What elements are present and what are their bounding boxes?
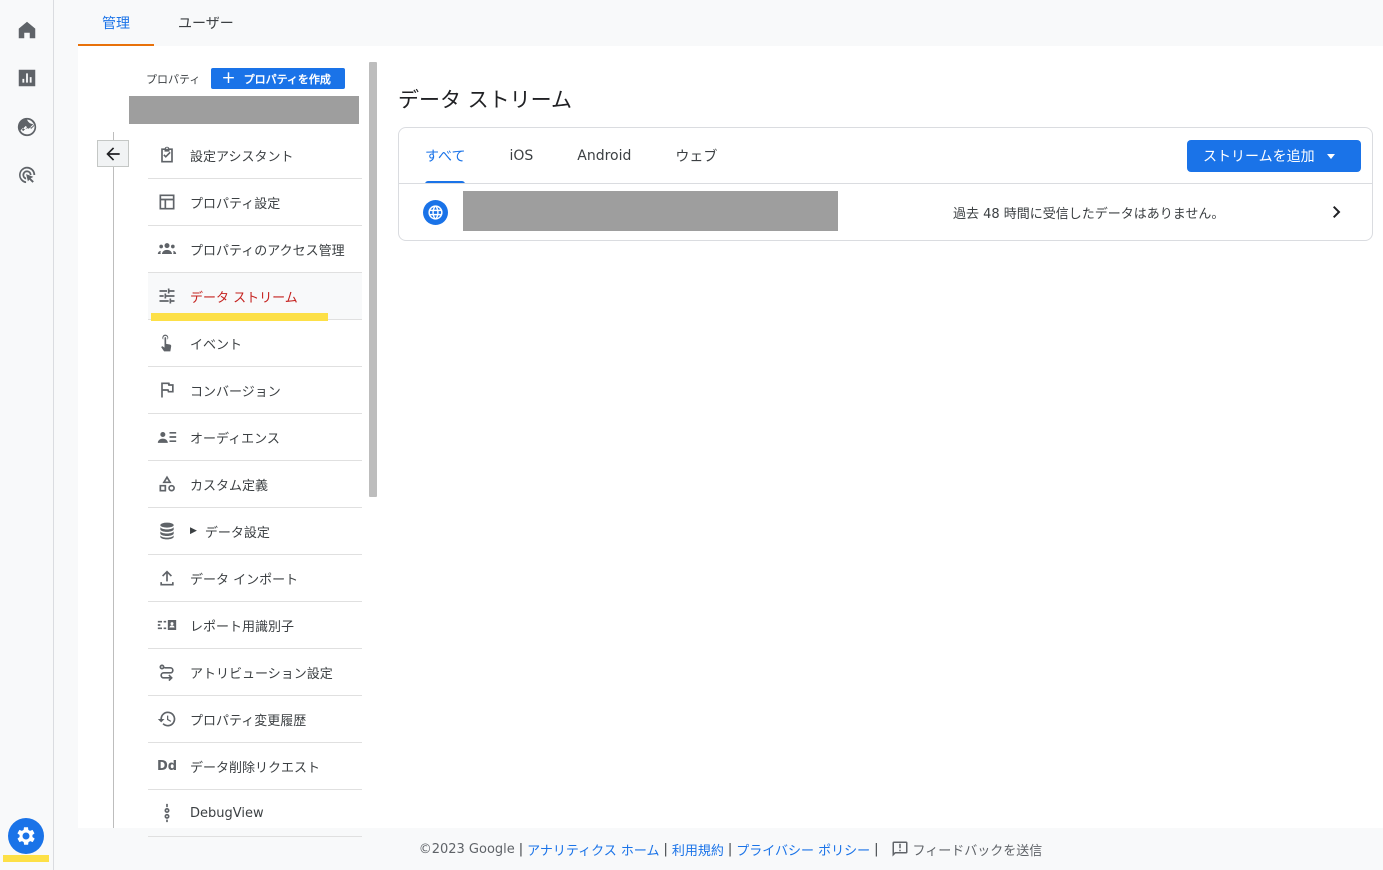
create-property-button[interactable]: + プロパティを作成 (211, 68, 345, 89)
arrow-back-icon (106, 146, 120, 161)
dropdown-arrow-icon (1326, 153, 1335, 159)
menu-label: プロパティのアクセス管理 (190, 243, 345, 259)
property-label: プロパティ (146, 72, 201, 86)
menu-label: データ ストリーム (190, 290, 298, 306)
menu-label: コンバージョン (190, 384, 281, 400)
property-menu: 設定アシスタント プロパティ設定 プロパティのアクセス管理 データ ストリーム … (148, 132, 362, 837)
people-icon (157, 239, 177, 259)
menu-item-events[interactable]: イベント (148, 320, 362, 367)
menu-label: イベント (190, 337, 243, 353)
analytics-home-link[interactable]: アナリティクス ホーム (527, 840, 659, 859)
flag-icon (157, 380, 177, 400)
menu-item-data-streams[interactable]: データ ストリーム (148, 273, 362, 321)
tab-ios[interactable]: iOS (487, 128, 555, 184)
menu-item-property-settings[interactable]: プロパティ設定 (148, 179, 362, 226)
globe-icon (423, 200, 448, 225)
audience-icon (157, 427, 177, 447)
stream-row[interactable]: 過去 48 時間に受信したデータはありません。 (399, 184, 1372, 241)
debug-icon (157, 803, 177, 823)
streams-icon (157, 286, 177, 306)
route-icon (157, 662, 177, 682)
privacy-policy-link[interactable]: プライバシー ポリシー (736, 840, 870, 859)
tab-admin[interactable]: 管理 (78, 0, 154, 46)
add-stream-label: ストリームを追加 (1203, 149, 1315, 165)
footer: ©2023 Google | アナリティクス ホーム | 利用規約 | プライバ… (418, 840, 1043, 859)
checklist-icon (157, 145, 177, 165)
menu-item-reporting-identity[interactable]: レポート用識別子 (148, 602, 362, 649)
menu-label: DebugView (190, 805, 264, 821)
menu-label: データ インポート (190, 572, 299, 588)
touch-icon (157, 333, 177, 353)
menu-label: レポート用識別子 (190, 619, 295, 635)
identity-icon (157, 615, 177, 635)
menu-scrollbar[interactable] (369, 62, 377, 497)
tab-android[interactable]: Android (555, 128, 653, 184)
menu-label: データ削除リクエスト (190, 760, 321, 776)
menu-item-setup-assistant[interactable]: 設定アシスタント (148, 132, 362, 179)
terms-link[interactable]: 利用規約 (672, 840, 724, 859)
admin-top-tabs: 管理 ユーザー (78, 0, 258, 46)
menu-label: 設定アシスタント (190, 149, 294, 165)
create-property-label: プロパティを作成 (243, 72, 331, 86)
upload-icon (157, 568, 177, 588)
menu-item-data-import[interactable]: データ インポート (148, 555, 362, 602)
main-panel: プロパティ + プロパティを作成 設定アシスタント プロパティ設定 プロパティの… (78, 46, 1383, 837)
dd-icon: Dd (156, 758, 178, 774)
database-icon (157, 521, 177, 541)
menu-item-attribution-settings[interactable]: アトリビューション設定 (148, 649, 362, 696)
back-button[interactable] (97, 140, 129, 167)
layout-icon (157, 192, 177, 212)
property-selector[interactable] (129, 96, 359, 124)
menu-item-change-history[interactable]: プロパティ変更履歴 (148, 696, 362, 743)
explore-icon[interactable] (13, 113, 41, 141)
home-icon[interactable] (13, 16, 41, 44)
tab-web[interactable]: ウェブ (653, 128, 739, 184)
property-header: プロパティ + プロパティを作成 (146, 68, 345, 89)
menu-label: プロパティ設定 (190, 196, 281, 212)
add-stream-button[interactable]: ストリームを追加 (1187, 140, 1361, 172)
page-title: データ ストリーム (398, 88, 573, 112)
menu-item-custom-definitions[interactable]: カスタム定義 (148, 461, 362, 508)
menu-label: データ設定 (204, 525, 270, 541)
menu-item-access-management[interactable]: プロパティのアクセス管理 (148, 226, 362, 273)
menu-label: カスタム定義 (190, 478, 269, 494)
feedback-icon[interactable] (891, 840, 909, 858)
stream-filter-tabs: すべて iOS Android ウェブ (403, 128, 739, 184)
property-column: プロパティ + プロパティを作成 設定アシスタント プロパティ設定 プロパティの… (78, 46, 378, 837)
admin-gear-icon[interactable] (8, 818, 44, 854)
tab-user[interactable]: ユーザー (154, 0, 258, 46)
stream-name-redacted (463, 191, 838, 231)
tab-all[interactable]: すべて (403, 128, 487, 184)
shapes-icon (157, 474, 177, 494)
chevron-right-icon[interactable] (1325, 200, 1349, 224)
highlight-marker (3, 855, 49, 862)
history-icon (157, 709, 177, 729)
menu-item-audiences[interactable]: オーディエンス (148, 414, 362, 461)
streams-card: すべて iOS Android ウェブ ストリームを追加 過去 48 時間に受信… (398, 127, 1373, 241)
copyright: ©2023 Google (418, 841, 515, 857)
stream-status-text: 過去 48 時間に受信したデータはありません。 (953, 207, 1225, 222)
reports-icon[interactable] (13, 64, 41, 92)
menu-label: プロパティ変更履歴 (190, 713, 307, 729)
expand-caret-icon[interactable]: ▶ (190, 526, 197, 536)
menu-item-data-settings[interactable]: ▶ データ設定 (148, 508, 362, 555)
menu-item-data-deletion[interactable]: Dd データ削除リクエスト (148, 743, 362, 790)
left-nav-rail (0, 0, 54, 870)
menu-label: オーディエンス (190, 431, 280, 447)
menu-label: アトリビューション設定 (190, 666, 333, 682)
menu-item-conversions[interactable]: コンバージョン (148, 367, 362, 414)
tree-line (113, 132, 114, 828)
advertising-icon[interactable] (13, 161, 41, 189)
plus-icon: + (221, 68, 236, 88)
send-feedback-link[interactable]: フィードバックを送信 (913, 840, 1043, 859)
